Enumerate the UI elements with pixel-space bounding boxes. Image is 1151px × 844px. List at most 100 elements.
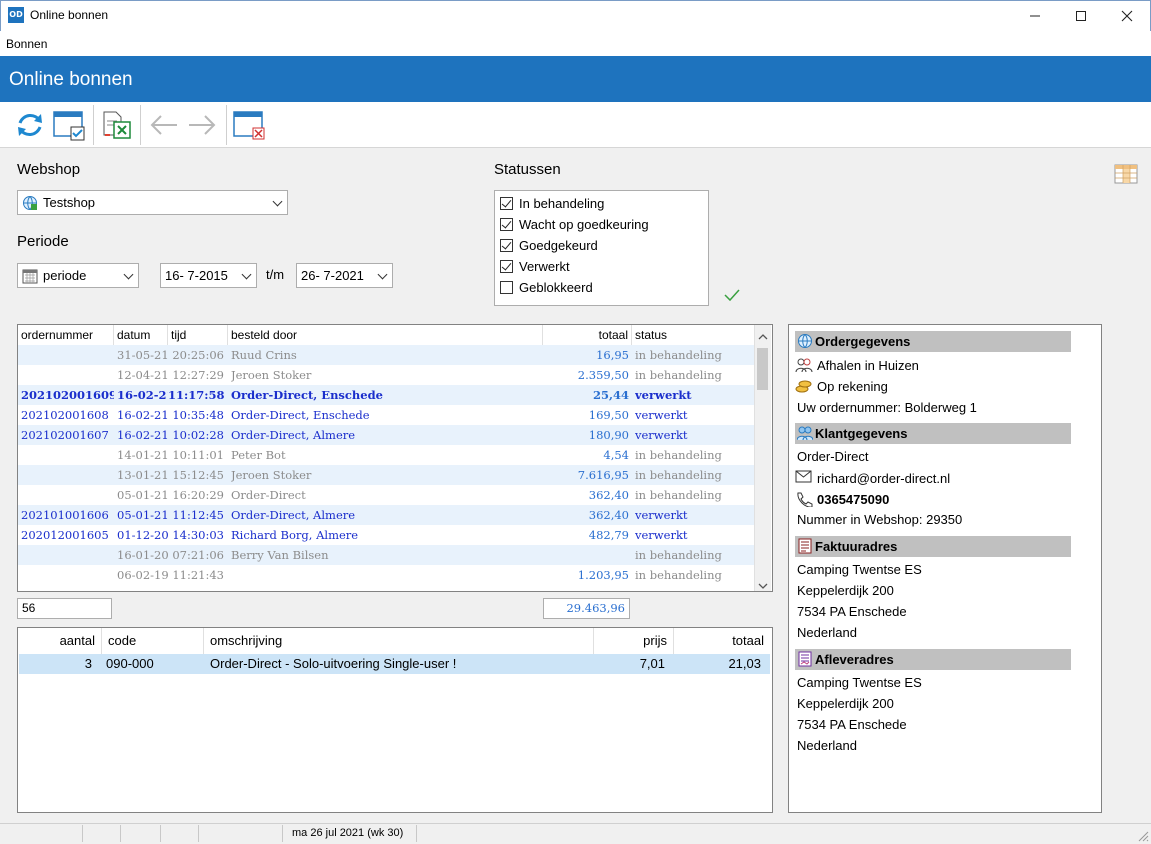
select-window-button[interactable]: [51, 107, 87, 143]
column-header-totaal[interactable]: totaal: [543, 325, 632, 345]
order-datum: 16-02-21: [117, 428, 168, 442]
klant-email[interactable]: richard@order-direct.nl: [817, 471, 950, 486]
order-besteld-door: Ruud Crins: [231, 348, 297, 362]
email-icon: [795, 470, 812, 483]
status-checkbox-goedgekeurd[interactable]: Goedgekeurd: [500, 238, 598, 253]
page-banner: Online bonnen: [0, 56, 1151, 102]
status-checkbox-verwerkt[interactable]: Verwerkt: [500, 259, 570, 274]
checkbox[interactable]: [500, 239, 513, 252]
order-totaal: 16,95: [596, 348, 629, 362]
column-header-datum[interactable]: datum: [114, 325, 168, 345]
status-checkbox-wacht-op-goedkeuring[interactable]: Wacht op goedkeuring: [500, 217, 649, 232]
table-row[interactable]: 202012001605 01-12-20 14:30:03 Richard Borg…: [18, 525, 754, 545]
table-row[interactable]: 202102001608 16-02-21 10:35:48 Order-Direct…: [18, 405, 754, 425]
status-checklist: In behandeling Wacht op goedkeuring Goed…: [494, 190, 709, 306]
order-besteld-door: Order-Direct, Almere: [231, 508, 356, 522]
table-row[interactable]: 13-01-21 15:12:45 Jeroen Stoker 7.616,95 in …: [18, 465, 754, 485]
checkbox[interactable]: [500, 218, 513, 231]
order-datum: 06-02-19: [117, 568, 168, 582]
table-row[interactable]: 16-01-20 07:21:06 Berry Van Bilsen in behan…: [18, 545, 754, 565]
column-header-prijs[interactable]: prijs: [594, 628, 674, 654]
table-row[interactable]: 31-05-21 20:25:06 Ruud Crins 16,95 in behand…: [18, 345, 754, 365]
order-datum: 16-02-21: [117, 408, 168, 422]
ordernummer-text: Uw ordernummer: Bolderweg 1: [797, 400, 977, 415]
layout-button[interactable]: [1114, 164, 1138, 187]
export-excel-button[interactable]: [98, 107, 134, 143]
order-tijd: 11:17:58: [168, 388, 224, 402]
order-status: in behandeling: [635, 488, 722, 502]
order-totaal: 362,40: [588, 508, 629, 522]
column-header-besteld-door[interactable]: besteld door: [228, 325, 543, 345]
order-info-panel: Ordergegevens Afhalen in Huizen Op reken…: [788, 324, 1102, 813]
status-checkbox-geblokkeerd[interactable]: Geblokkeerd: [500, 280, 593, 295]
order-besteld-door: Order-Direct, Almere: [231, 428, 356, 442]
line-omschrijving: Order-Direct - Solo-uitvoering Single-us…: [210, 656, 457, 671]
table-row[interactable]: 05-01-21 16:20:29 Order-Direct 362,40 in beh…: [18, 485, 754, 505]
column-header-aantal[interactable]: aantal: [18, 628, 102, 654]
column-header-tijd[interactable]: tijd: [168, 325, 228, 345]
order-status: verwerkt: [635, 408, 688, 422]
order-totaal: 1.203,95: [577, 568, 629, 582]
checkbox-label: Verwerkt: [519, 259, 570, 274]
date-from-picker[interactable]: 16- 7-2015: [160, 263, 257, 288]
klant-telefoon: 0365475090: [817, 492, 890, 507]
table-layout-icon: [1114, 164, 1138, 184]
order-status: in behandeling: [635, 348, 722, 362]
scroll-up-icon[interactable]: [758, 329, 768, 344]
globe-icon: [23, 195, 37, 210]
column-header-totaal[interactable]: totaal: [674, 628, 770, 654]
date-to-picker[interactable]: 26- 7-2021: [296, 263, 393, 288]
checkbox[interactable]: [500, 281, 513, 294]
scrollbar-thumb[interactable]: [757, 348, 768, 390]
apply-filter-button[interactable]: [724, 288, 740, 305]
coins-icon: [795, 380, 812, 393]
order-line-row[interactable]: 3 090-000 Order-Direct - Solo-uitvoering…: [19, 654, 770, 674]
close-button[interactable]: [1104, 0, 1150, 31]
order-tijd: 10:35:48: [172, 408, 224, 422]
column-header-ordernummer[interactable]: ordernummer: [18, 325, 114, 345]
maximize-button[interactable]: [1058, 0, 1104, 31]
date-to-value: 26- 7-2021: [301, 268, 364, 283]
orders-total-field: 29.463,96: [543, 598, 630, 619]
app-icon: OD: [8, 7, 24, 23]
factuur-line-4: Nederland: [797, 625, 857, 640]
order-tijd: 07:21:06: [172, 548, 224, 562]
checkbox[interactable]: [500, 260, 513, 273]
toolbar-separator: [140, 105, 141, 145]
checkbox-label: Wacht op goedkeuring: [519, 217, 649, 232]
order-tijd: 10:02:28: [172, 428, 224, 442]
order-totaal: 362,40: [588, 488, 629, 502]
checkbox[interactable]: [500, 197, 513, 210]
column-header-code[interactable]: code: [102, 628, 204, 654]
order-nummer: 202102001607: [21, 428, 109, 442]
webshop-select[interactable]: Testshop: [17, 190, 288, 215]
table-row[interactable]: 202102001607 16-02-21 10:02:28 Order-Direct…: [18, 425, 754, 445]
periode-select[interactable]: periode: [17, 263, 139, 288]
table-row[interactable]: 12-04-21 12:27:29 Jeroen Stoker 2.359,50 in …: [18, 365, 754, 385]
next-button[interactable]: [184, 107, 220, 143]
table-row[interactable]: 06-02-19 11:21:43 1.203,95 in behandeling: [18, 565, 754, 585]
refresh-button[interactable]: [12, 107, 48, 143]
order-datum: 14-01-21: [117, 448, 168, 462]
klant-naam: Order-Direct: [797, 449, 869, 464]
status-checkbox-in-behandeling[interactable]: In behandeling: [500, 196, 604, 211]
menu-item-bonnen[interactable]: Bonnen: [6, 37, 47, 51]
scroll-down-icon[interactable]: [758, 578, 768, 593]
column-header-omschrijving[interactable]: omschrijving: [204, 628, 594, 654]
checkbox-label: In behandeling: [519, 196, 605, 211]
section-faktuuradres: Faktuuradres: [795, 536, 1071, 557]
previous-button[interactable]: [146, 107, 182, 143]
close-window-button[interactable]: [231, 107, 267, 143]
table-row[interactable]: 20210200160916-02-2111:17:58 Order-Direct…: [18, 385, 754, 405]
order-tijd: 11:21:43: [172, 568, 224, 582]
order-besteld-door: Jeroen Stoker: [231, 468, 312, 482]
order-nummer: 202101001606: [21, 508, 109, 522]
order-besteld-door: Order-Direct, Enschede: [231, 388, 383, 402]
table-row[interactable]: 14-01-21 10:11:01 Peter Bot 4,54 in behandel…: [18, 445, 754, 465]
minimize-button[interactable]: [1012, 0, 1058, 31]
invoice-icon: [798, 538, 812, 554]
refresh-icon: [18, 114, 42, 136]
column-header-status[interactable]: status: [632, 325, 754, 345]
aflever-line-4: Nederland: [797, 738, 857, 753]
table-row[interactable]: 202101001606 05-01-21 11:12:45 Order-Direct…: [18, 505, 754, 525]
